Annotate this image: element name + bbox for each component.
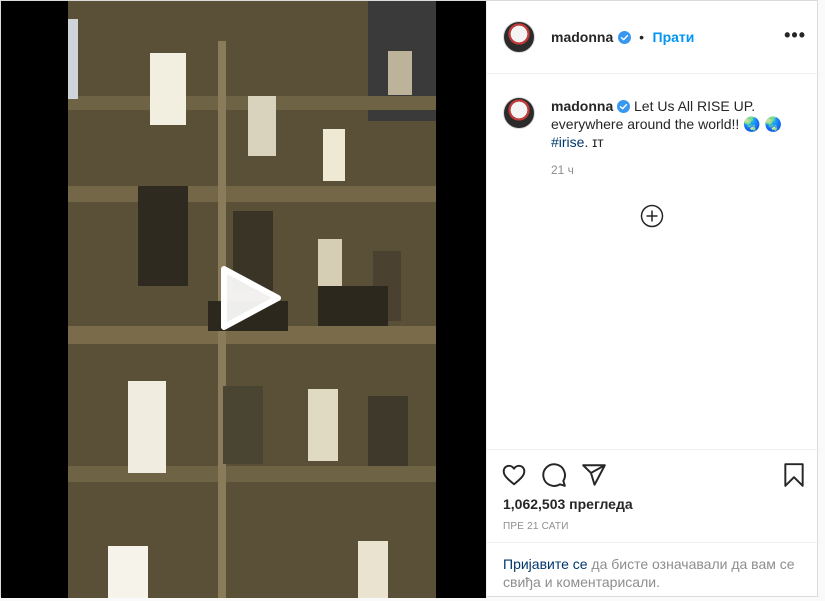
- comment-icon[interactable]: [541, 462, 567, 488]
- plus-circle-icon[interactable]: [640, 204, 664, 228]
- caption-avatar[interactable]: [503, 97, 535, 129]
- login-link[interactable]: Пријавите се: [503, 556, 588, 572]
- play-icon[interactable]: [218, 265, 282, 331]
- caption-suffix: . ɪᴛ: [584, 134, 604, 150]
- login-prompt: Пријавите се да бисте означавали да вам …: [487, 542, 820, 601]
- caption-username[interactable]: madonna: [551, 98, 613, 114]
- bookmark-icon[interactable]: [781, 462, 807, 488]
- header-username[interactable]: madonna: [551, 29, 613, 45]
- post-timestamp[interactable]: ПРЕ 21 САТИ: [503, 521, 569, 532]
- media-panel: [1, 1, 486, 598]
- header-meta: madonna • Прати: [551, 29, 694, 47]
- verified-badge-icon: [617, 31, 631, 44]
- post-header: madonna • Прати •••: [487, 1, 820, 74]
- separator-dot: •: [639, 29, 645, 45]
- caption-timestamp[interactable]: 21 ч: [551, 163, 574, 177]
- actions-section: 1,062,503 прегледа ПРЕ 21 САТИ Пријавите…: [487, 449, 820, 600]
- view-count[interactable]: 1,062,503 прегледа: [503, 496, 633, 512]
- follow-button[interactable]: Прати: [653, 29, 695, 45]
- caption-emoji: 🌏 🌏: [743, 116, 782, 132]
- caption-text: madonna Let Us All RISE UP. everywhere a…: [551, 97, 801, 151]
- more-options-icon[interactable]: •••: [784, 25, 806, 46]
- hashtag-link[interactable]: #irise: [551, 134, 584, 150]
- share-icon[interactable]: [581, 462, 607, 488]
- heart-icon[interactable]: [501, 462, 527, 488]
- avatar[interactable]: [503, 21, 535, 53]
- sidebar: madonna • Прати ••• madonna Let Us All R…: [486, 1, 820, 598]
- login-prompt-text: Пријавите се да бисте означавали да вам …: [503, 555, 803, 591]
- post-dialog: madonna • Прати ••• madonna Let Us All R…: [0, 0, 820, 598]
- verified-badge-icon: [617, 100, 631, 113]
